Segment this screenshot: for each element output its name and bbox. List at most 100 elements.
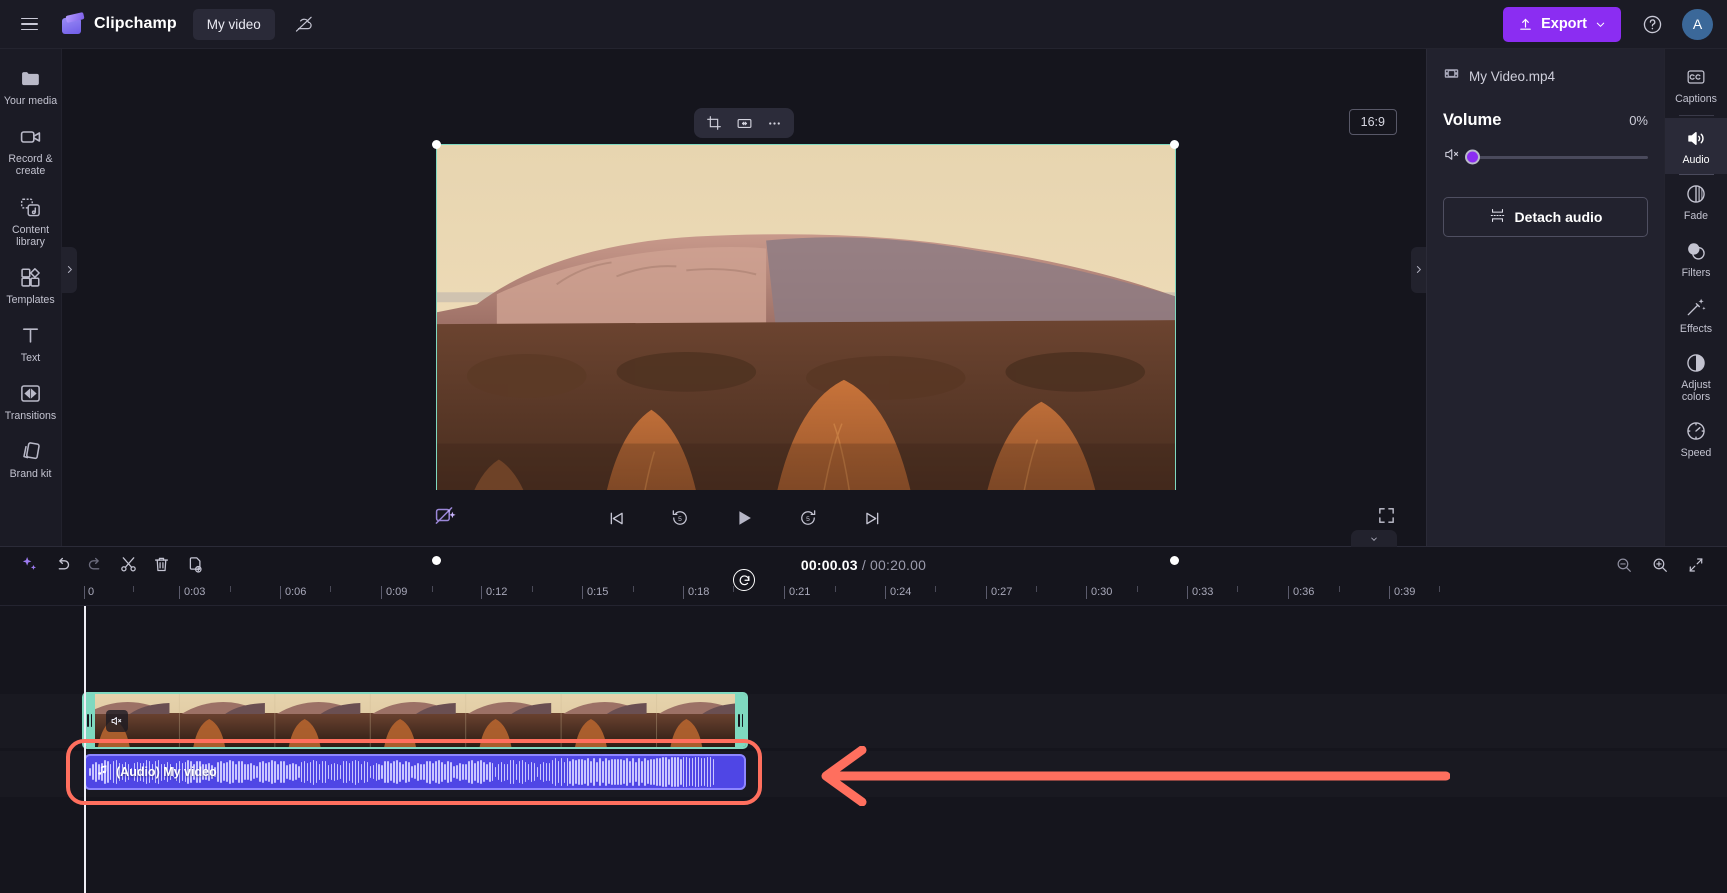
export-button[interactable]: Export: [1503, 6, 1621, 42]
detach-audio-icon: [1489, 207, 1506, 227]
timeline-tracks: (Audio) My video: [0, 606, 1727, 893]
preview-column: 16:9 5 5: [62, 49, 1426, 591]
audio-clip-label: (Audio) My video: [116, 765, 217, 779]
more-options-icon[interactable]: [761, 111, 787, 135]
sidebar-label: Brand kit: [9, 468, 52, 481]
detach-audio-button[interactable]: Detach audio: [1443, 197, 1648, 237]
fit-width-icon[interactable]: [731, 111, 757, 135]
timeline-ruler[interactable]: 0 0:03 0:06 0:09 0:12 0:15 0:18 0:21 0:2: [0, 582, 1727, 606]
chevron-down-icon: [1596, 22, 1605, 27]
timeline-video-clip[interactable]: [82, 692, 748, 749]
tab-adjust-colors[interactable]: Adjust colors: [1665, 343, 1727, 411]
clipchamp-editor: Clipchamp My video Export A Your media R…: [0, 0, 1727, 893]
auto-compose-off-icon[interactable]: [434, 504, 458, 533]
tab-label: Adjust colors: [1681, 378, 1711, 404]
volume-slider-knob[interactable]: [1465, 149, 1480, 165]
tab-label: Speed: [1680, 447, 1712, 460]
tab-label: Fade: [1683, 210, 1709, 223]
total-time: 00:20.00: [870, 556, 927, 573]
redo-icon[interactable]: [80, 551, 111, 578]
resize-handle-bl[interactable]: [432, 556, 441, 565]
sidebar-item-your-media[interactable]: Your media: [2, 59, 60, 114]
tab-fade[interactable]: Fade: [1665, 174, 1727, 230]
brand-name: Clipchamp: [94, 15, 177, 32]
app-header: Clipchamp My video Export A: [0, 0, 1727, 49]
tab-label: Captions: [1675, 93, 1717, 105]
rotate-icon[interactable]: [733, 569, 755, 591]
ruler-label: 0:12: [486, 586, 508, 598]
sidebar-label: Record & create: [8, 153, 53, 178]
undo-icon[interactable]: [47, 551, 78, 578]
tab-audio[interactable]: Audio: [1664, 118, 1727, 176]
tab-speed[interactable]: Speed: [1665, 411, 1727, 467]
duplicate-icon[interactable]: [179, 551, 210, 578]
ruler-label: 0:15: [587, 586, 609, 598]
expand-left-panel-button[interactable]: [62, 246, 77, 293]
templates-icon: [19, 266, 42, 289]
skip-end-icon[interactable]: [857, 503, 887, 533]
ruler-label: 0:18: [688, 586, 710, 598]
play-icon[interactable]: [729, 503, 759, 533]
cloud-off-icon[interactable]: [291, 11, 317, 37]
speed-icon: [1685, 420, 1707, 442]
audio-icon: [1685, 127, 1708, 149]
ruler-label: 0:06: [285, 586, 307, 598]
sidebar-label: Text: [20, 352, 41, 365]
export-button-label: Export: [1541, 16, 1587, 32]
timeline-audio-clip[interactable]: (Audio) My video: [84, 754, 746, 790]
help-circle-icon[interactable]: [1635, 7, 1669, 41]
ruler-label: 0:36: [1293, 586, 1315, 598]
fullscreen-icon[interactable]: [1377, 506, 1396, 530]
time-separator: /: [861, 556, 866, 573]
tab-effects[interactable]: Effects: [1665, 287, 1727, 343]
tab-captions[interactable]: Captions: [1665, 57, 1727, 113]
clip-trim-handle-right[interactable]: [735, 694, 746, 747]
ruler-label: 0: [88, 586, 95, 598]
speaker-mute-icon[interactable]: [1443, 145, 1462, 169]
crop-icon[interactable]: [701, 111, 727, 135]
sidebar-item-transitions[interactable]: Transitions: [2, 374, 60, 429]
sidebar-item-text[interactable]: Text: [2, 316, 60, 371]
zoom-out-icon[interactable]: [1608, 551, 1639, 578]
zoom-in-icon[interactable]: [1644, 551, 1675, 578]
sidebar-item-content-library[interactable]: Content library: [2, 188, 60, 255]
fit-timeline-icon[interactable]: [1680, 551, 1711, 578]
hamburger-icon[interactable]: [12, 7, 46, 41]
fade-icon: [1685, 183, 1707, 205]
clip-mute-icon[interactable]: [106, 709, 128, 732]
resize-handle-tl[interactable]: [432, 140, 441, 149]
back-5-icon[interactable]: 5: [665, 503, 695, 533]
sidebar-label: Content library: [11, 223, 50, 248]
properties-panel: My Video.mp4 Volume 0% Detach audio: [1426, 49, 1664, 546]
project-name-field[interactable]: My video: [192, 8, 275, 40]
sidebar-item-record-create[interactable]: Record & create: [2, 117, 60, 184]
resize-handle-br[interactable]: [1170, 556, 1179, 565]
sidebar-item-brand-kit[interactable]: Brand kit: [2, 432, 60, 487]
forward-5-icon[interactable]: 5: [793, 503, 823, 533]
expand-right-panel-button[interactable]: [1411, 246, 1426, 293]
adjust-colors-icon: [1685, 352, 1707, 374]
sidebar-item-templates[interactable]: Templates: [2, 258, 60, 313]
collapse-timeline-button[interactable]: [1351, 530, 1397, 547]
resize-handle-tr[interactable]: [1170, 140, 1179, 149]
volume-slider[interactable]: [1465, 149, 1648, 165]
tab-label: Filters: [1681, 266, 1711, 279]
aspect-ratio-button[interactable]: 16:9: [1348, 109, 1397, 135]
avatar[interactable]: A: [1682, 8, 1713, 40]
tab-filters[interactable]: Filters: [1665, 231, 1727, 287]
effects-icon: [1685, 296, 1707, 318]
current-time: 00:00.03: [800, 556, 858, 573]
playhead[interactable]: [84, 606, 86, 893]
music-note-icon: [96, 764, 109, 780]
properties-file-name: My Video.mp4: [1469, 68, 1556, 84]
audio-clip-label-group: (Audio) My video: [86, 764, 217, 780]
split-scissors-icon[interactable]: [113, 551, 144, 578]
delete-trash-icon[interactable]: [146, 551, 177, 578]
sparkle-ai-icon[interactable]: [14, 551, 45, 578]
skip-start-icon[interactable]: [601, 503, 631, 533]
clip-trim-handle-left[interactable]: [84, 694, 95, 747]
svg-text:5: 5: [806, 516, 810, 523]
ruler-label: 0:33: [1192, 586, 1214, 598]
timeline-toolbar: 00:00.03 / 00:20.00: [0, 530, 1727, 582]
filmstrip: [84, 694, 746, 747]
